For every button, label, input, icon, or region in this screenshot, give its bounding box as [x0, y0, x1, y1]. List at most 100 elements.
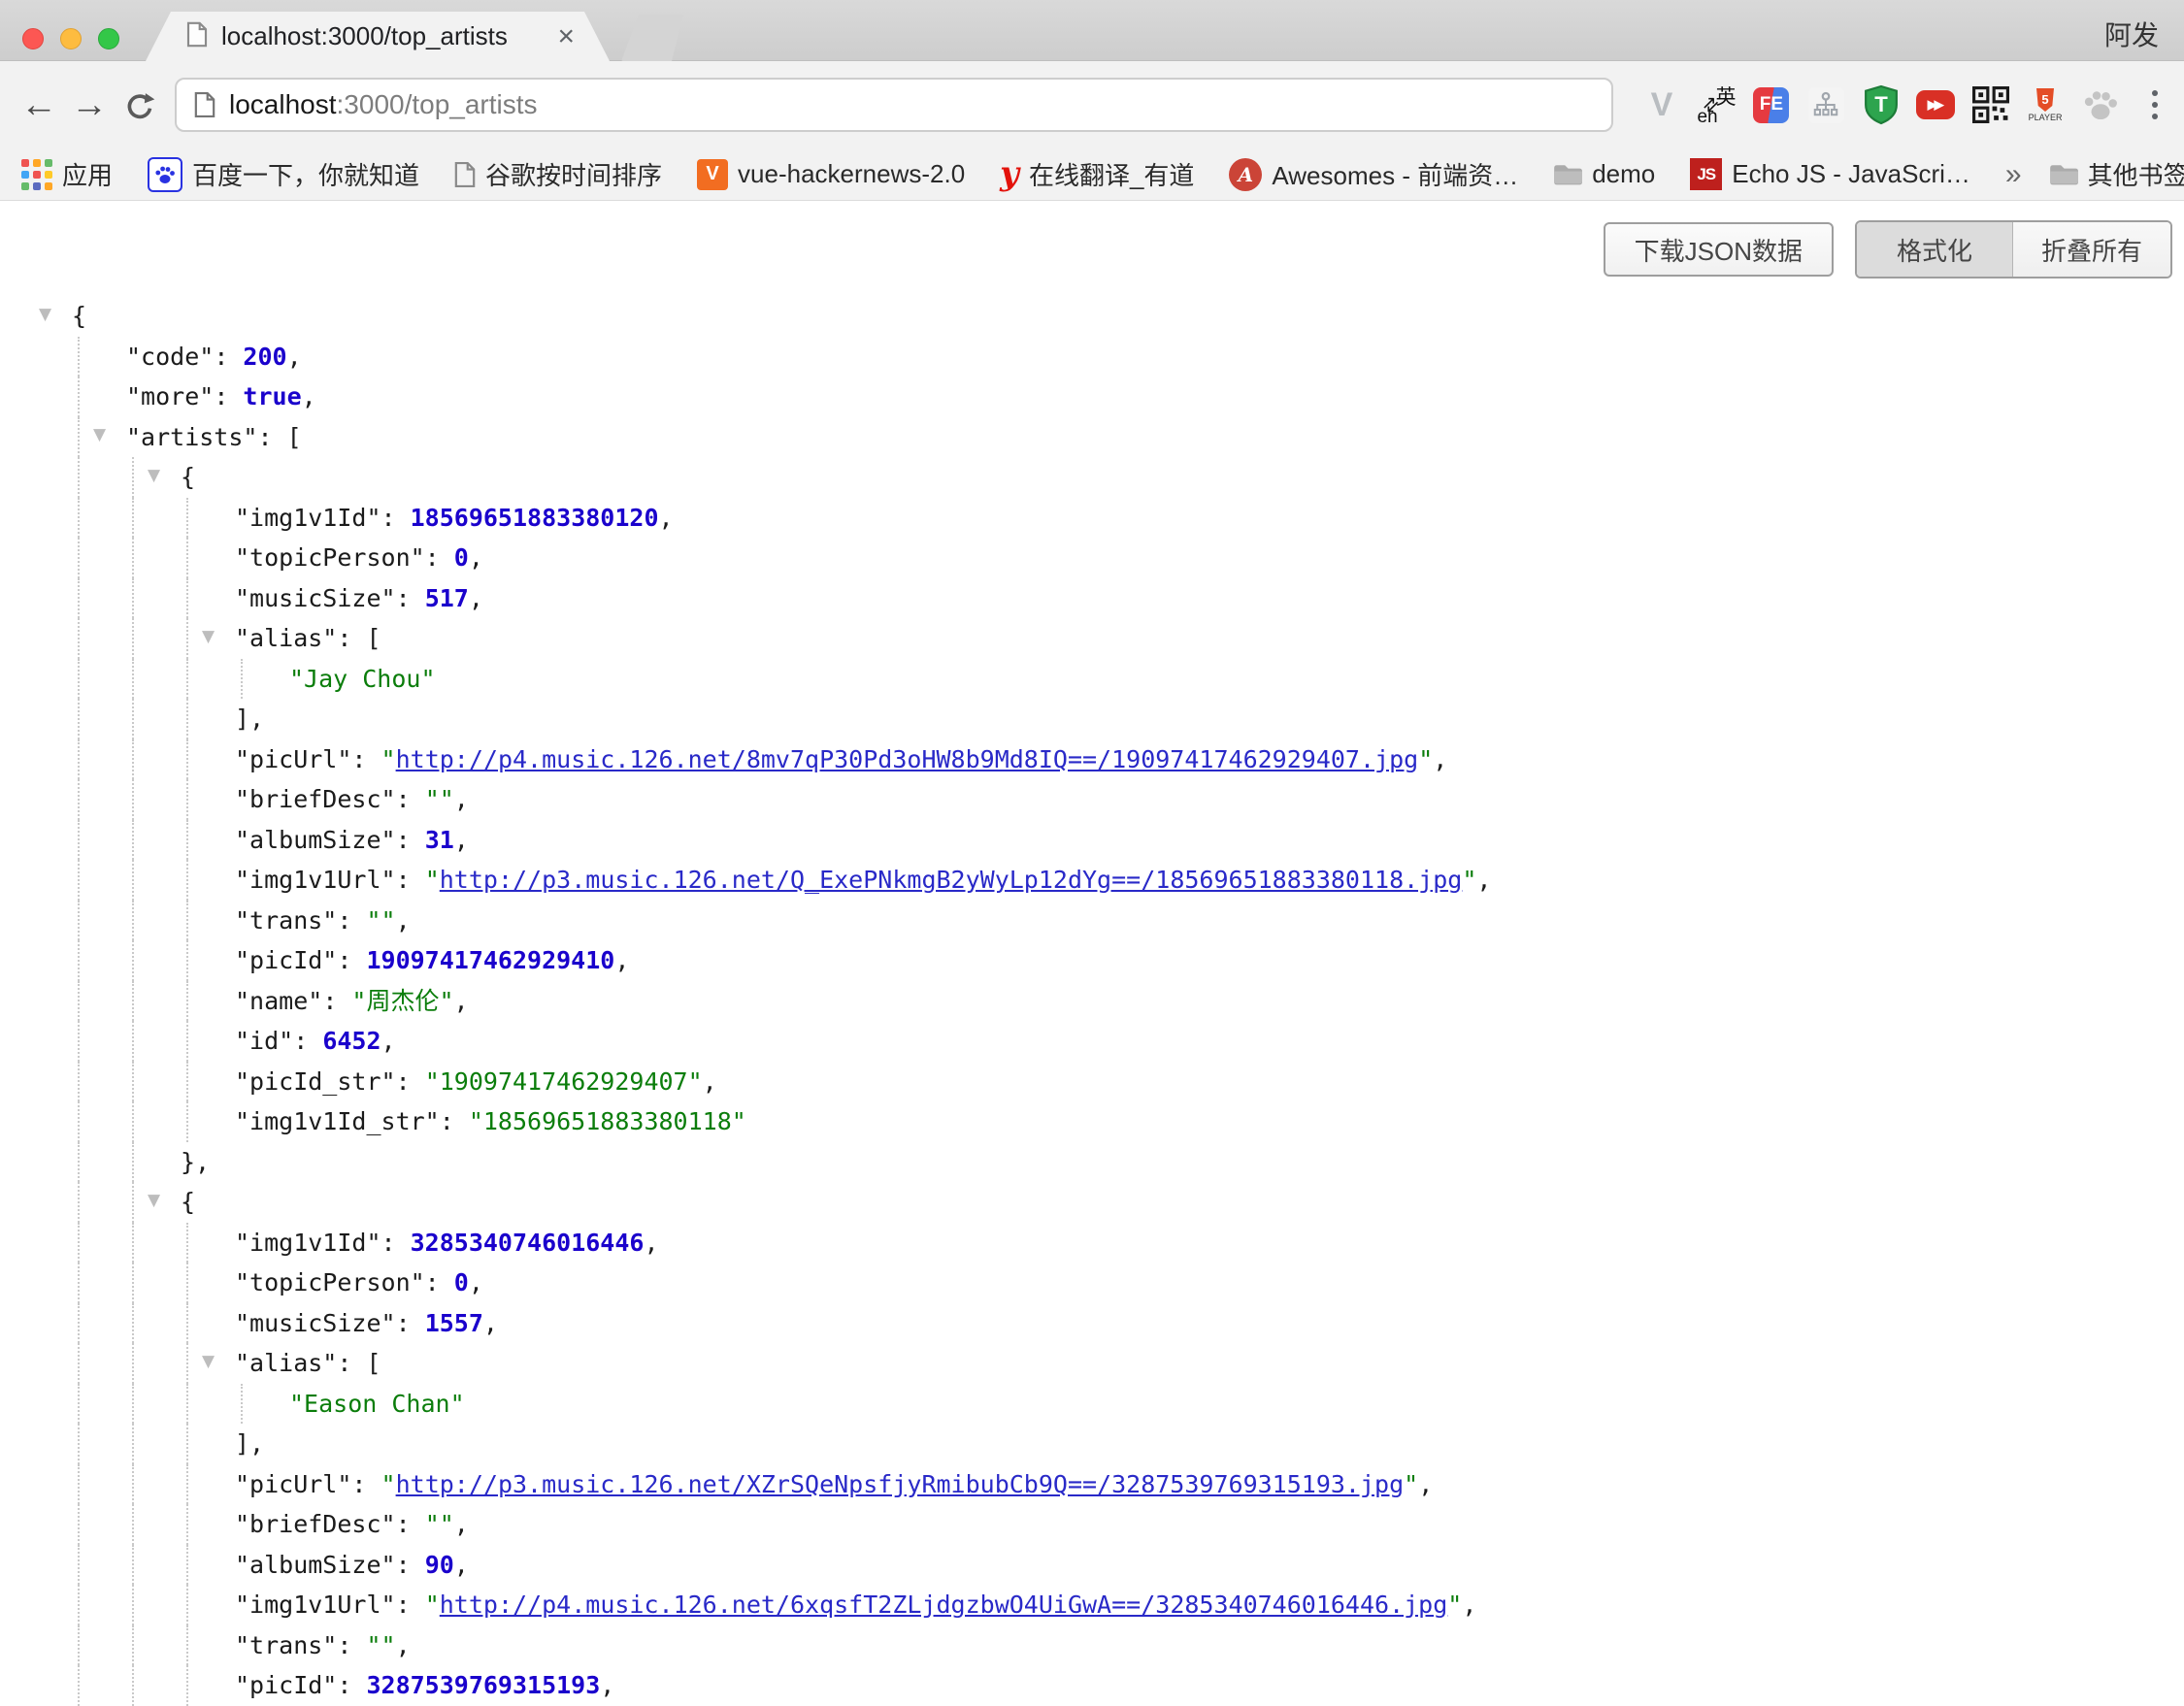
collapse-toggle-icon[interactable]: ▼ [39, 295, 51, 336]
json-line: }, [0, 1142, 2184, 1183]
chrome-menu-icon[interactable] [2135, 82, 2174, 127]
json-line: "picId": 19097417462929410, [0, 940, 2184, 981]
indent-guide [132, 1062, 186, 1102]
url-host: localhost [229, 89, 337, 120]
bookmark-vue[interactable]: Vvue-hackernews-2.0 [697, 159, 965, 190]
json-line: "briefDesc": "", [0, 779, 2184, 820]
indent-guide [132, 1424, 186, 1464]
json-token: , [454, 987, 469, 1015]
indent-guide [132, 538, 186, 578]
address-bar[interactable]: localhost:3000/top_artists [175, 78, 1613, 132]
json-token: , [396, 1631, 411, 1659]
apps-icon [21, 159, 52, 190]
indent-guide [78, 699, 132, 739]
minimize-window-button[interactable] [60, 28, 82, 49]
indent-guide [132, 618, 186, 659]
other-bookmarks-folder[interactable]: 其他书签 [2049, 156, 2184, 192]
sitemap-icon[interactable] [1806, 82, 1845, 127]
indent-guide [132, 1021, 186, 1062]
paw-icon[interactable] [2081, 82, 2120, 127]
json-line-content: "picId": 19097417462929410, [235, 940, 629, 981]
indent-guide [132, 578, 186, 619]
close-window-button[interactable] [22, 28, 44, 49]
indent-guide [78, 1545, 132, 1586]
download-json-button[interactable]: 下载JSON数据 [1604, 222, 1834, 277]
collapse-all-button[interactable]: 折叠所有 [2012, 222, 2170, 277]
indent-guide [78, 337, 132, 377]
indent-guide [186, 1585, 241, 1625]
json-token: , [396, 906, 411, 935]
format-button[interactable]: 格式化 [1857, 222, 2012, 277]
indent-guide [186, 1424, 241, 1464]
json-token: : [396, 1510, 425, 1538]
json-url-link[interactable]: http://p4.music.126.net/6xqsfT2ZLjdgzbwO… [440, 1591, 1448, 1619]
collapse-toggle-icon[interactable]: ▼ [148, 456, 160, 497]
indent-guide [78, 1223, 132, 1263]
json-line-content: "briefDesc": "", [235, 779, 469, 820]
tampermonkey-icon[interactable]: T [1862, 82, 1901, 127]
json-token: : [214, 343, 243, 371]
json-url-link[interactable]: http://p3.music.126.net/Q_ExePNkmgB2yWyL… [440, 866, 1463, 894]
json-token: true [243, 382, 301, 410]
json-line-content: "picId_str": "19097417462929407", [235, 1062, 717, 1102]
bookmark-doc[interactable]: 谷歌按时间排序 [454, 156, 662, 192]
collapse-toggle-icon[interactable]: ▼ [202, 1342, 215, 1383]
json-url-link[interactable]: http://p4.music.126.net/8mv7qP30Pd3oHW8b… [396, 745, 1419, 773]
indent-guide [78, 1384, 132, 1425]
indent-guide [78, 1101, 132, 1142]
profile-name[interactable]: 阿发 [2104, 15, 2159, 53]
collapse-toggle-icon[interactable]: ▼ [148, 1181, 160, 1222]
video-downloader-icon[interactable]: ▶▶ [1916, 82, 1955, 127]
indent-guide [186, 1665, 241, 1706]
json-line: "name": "周杰伦", [0, 981, 2184, 1022]
json-line: ▼{ [0, 1182, 2184, 1223]
json-line: ], [0, 699, 2184, 739]
translator-en-zh-icon[interactable]: 英en⇄ [1697, 82, 1736, 127]
bookmark-echojs[interactable]: JSEcho JS - JavaScri… [1690, 158, 1970, 190]
json-line: ▼"alias": [ [0, 1343, 2184, 1384]
bookmark-folder[interactable]: demo [1553, 159, 1655, 189]
browser-tab[interactable]: localhost:3000/top_artists × [146, 12, 610, 61]
indent-guide [78, 940, 132, 981]
indent-guide [78, 1062, 132, 1102]
collapse-toggle-icon[interactable]: ▼ [202, 617, 215, 658]
json-line: "more": true, [0, 377, 2184, 417]
bookmark-apps[interactable]: 应用 [21, 156, 113, 192]
new-tab-button[interactable] [621, 15, 683, 61]
json-line-content: "albumSize": 31, [235, 820, 469, 861]
json-token: : [425, 543, 454, 572]
format-collapse-group: 格式化 折叠所有 [1855, 220, 2172, 279]
bookmarks-overflow-chevron[interactable]: » [2005, 158, 2022, 191]
fehelper-icon[interactable]: FE [1752, 82, 1791, 127]
bookmark-youdao[interactable]: y在线翻译_有道 [1000, 156, 1194, 192]
collapse-toggle-icon[interactable]: ▼ [93, 415, 106, 456]
forward-button[interactable]: → [64, 86, 115, 123]
json-token: "artists" [126, 423, 257, 451]
json-token: "briefDesc" [235, 785, 396, 813]
json-token: "img1v1Id" [235, 1229, 381, 1257]
json-url-link[interactable]: http://p3.music.126.net/XZrSQeNpsfjyRmib… [396, 1470, 1405, 1498]
json-token: : [440, 1107, 469, 1135]
json-token: "" [425, 1510, 454, 1538]
indent-guide [186, 659, 241, 700]
json-token: : [214, 382, 243, 410]
bookmark-awesomes[interactable]: AAwesomes - 前端资… [1229, 156, 1518, 192]
json-line: "albumSize": 31, [0, 820, 2184, 861]
json-token: , [703, 1067, 717, 1096]
back-button[interactable]: ← [14, 86, 64, 123]
json-token: , [600, 1671, 614, 1699]
indent-guide [186, 578, 241, 619]
qr-code-icon[interactable] [1971, 82, 2010, 127]
indent-guide [186, 1101, 241, 1142]
json-token: , [381, 1027, 396, 1055]
tab-close-icon[interactable]: × [557, 22, 575, 51]
url-path: :3000/top_artists [337, 89, 538, 120]
html5-player-icon[interactable]: 5PLAYER [2026, 82, 2065, 127]
json-token: , [1462, 1591, 1476, 1619]
vue-devtools-icon[interactable]: V [1642, 82, 1681, 127]
json-token: 18569651883380120 [411, 504, 659, 532]
json-viewer-actions: 下载JSON数据 格式化 折叠所有 [1604, 220, 2172, 279]
bookmark-baidu[interactable]: 百度一下，你就知道 [148, 156, 419, 192]
zoom-window-button[interactable] [98, 28, 119, 49]
reload-button[interactable] [115, 86, 165, 123]
